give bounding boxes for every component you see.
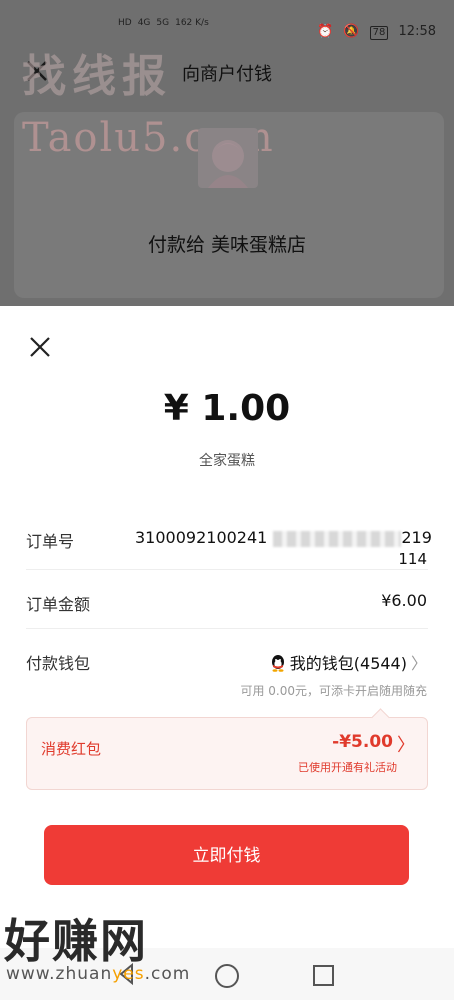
order-number-redaction <box>273 530 402 547</box>
pay-to-merchant: 付款给 美味蛋糕店 <box>147 234 307 256</box>
wallet-hint: 可用 0.00元，可添卡开启随用随充 <box>240 684 427 698</box>
status-5g: 5G <box>156 18 170 28</box>
merchant-item-name: 全家蛋糕 <box>199 453 255 469</box>
divider <box>26 569 428 570</box>
watermark-domain: www.zhuanyes.com <box>6 964 190 984</box>
order-number-value: 3100092100241 219 <box>135 528 432 547</box>
order-number-label: 订单号 <box>26 532 75 551</box>
watermark-brand-top: 找线报 <box>22 51 172 102</box>
merchant-avatar <box>198 128 258 188</box>
alarm-icon: ⏰ <box>317 24 334 39</box>
status-speed: 162 K/s <box>175 18 209 28</box>
avatar-image-icon <box>208 140 248 188</box>
order-number-start: 3100092100241 <box>135 528 268 547</box>
divider <box>26 628 428 629</box>
order-number-end-b: 114 <box>398 550 427 568</box>
chevron-right-icon: 〉 <box>397 735 415 756</box>
qq-penguin-icon <box>271 655 284 672</box>
red-packet-label: 消费红包 <box>41 740 102 758</box>
order-number-end-a: 219 <box>401 528 432 547</box>
status-network: HD 4G 5G 162 K/s <box>118 18 215 28</box>
status-4g: 4G <box>137 18 151 28</box>
status-right: ⏰ 🔕 78 12:58 <box>311 24 436 40</box>
wallet-selector[interactable]: 我的钱包(4544) 〉 <box>270 650 427 674</box>
order-amount-value: ¥6.00 <box>381 591 427 610</box>
watermark-domain-highlight: yes <box>112 964 145 984</box>
red-packet-note: 已使用开通有礼活动 <box>298 761 397 774</box>
recent-apps-icon[interactable] <box>313 965 334 986</box>
home-icon[interactable] <box>215 964 239 988</box>
status-hd-1: HD <box>118 18 132 28</box>
close-icon[interactable] <box>27 334 53 360</box>
battery-icon: 78 <box>369 26 389 40</box>
chevron-right-icon: 〉 <box>410 654 427 673</box>
watermark-domain-suffix: .com <box>144 964 191 984</box>
watermark-domain-prefix: www.zhuan <box>6 964 113 984</box>
watermark-brand-bottom: 好赚网 <box>4 914 148 968</box>
order-amount-label: 订单金额 <box>26 595 91 614</box>
red-packet-amount: -¥5.00 <box>332 732 393 752</box>
status-time: 12:58 <box>398 24 436 39</box>
wallet-name: 我的钱包(4544) <box>289 654 407 673</box>
pay-now-button[interactable]: 立即付钱 <box>44 825 409 885</box>
mute-icon: 🔕 <box>343 24 360 39</box>
payment-amount: ¥ 1.00 <box>163 388 291 429</box>
red-packet-card[interactable]: 消费红包 -¥5.00 〉 已使用开通有礼活动 <box>26 708 428 790</box>
wallet-label: 付款钱包 <box>26 654 91 673</box>
